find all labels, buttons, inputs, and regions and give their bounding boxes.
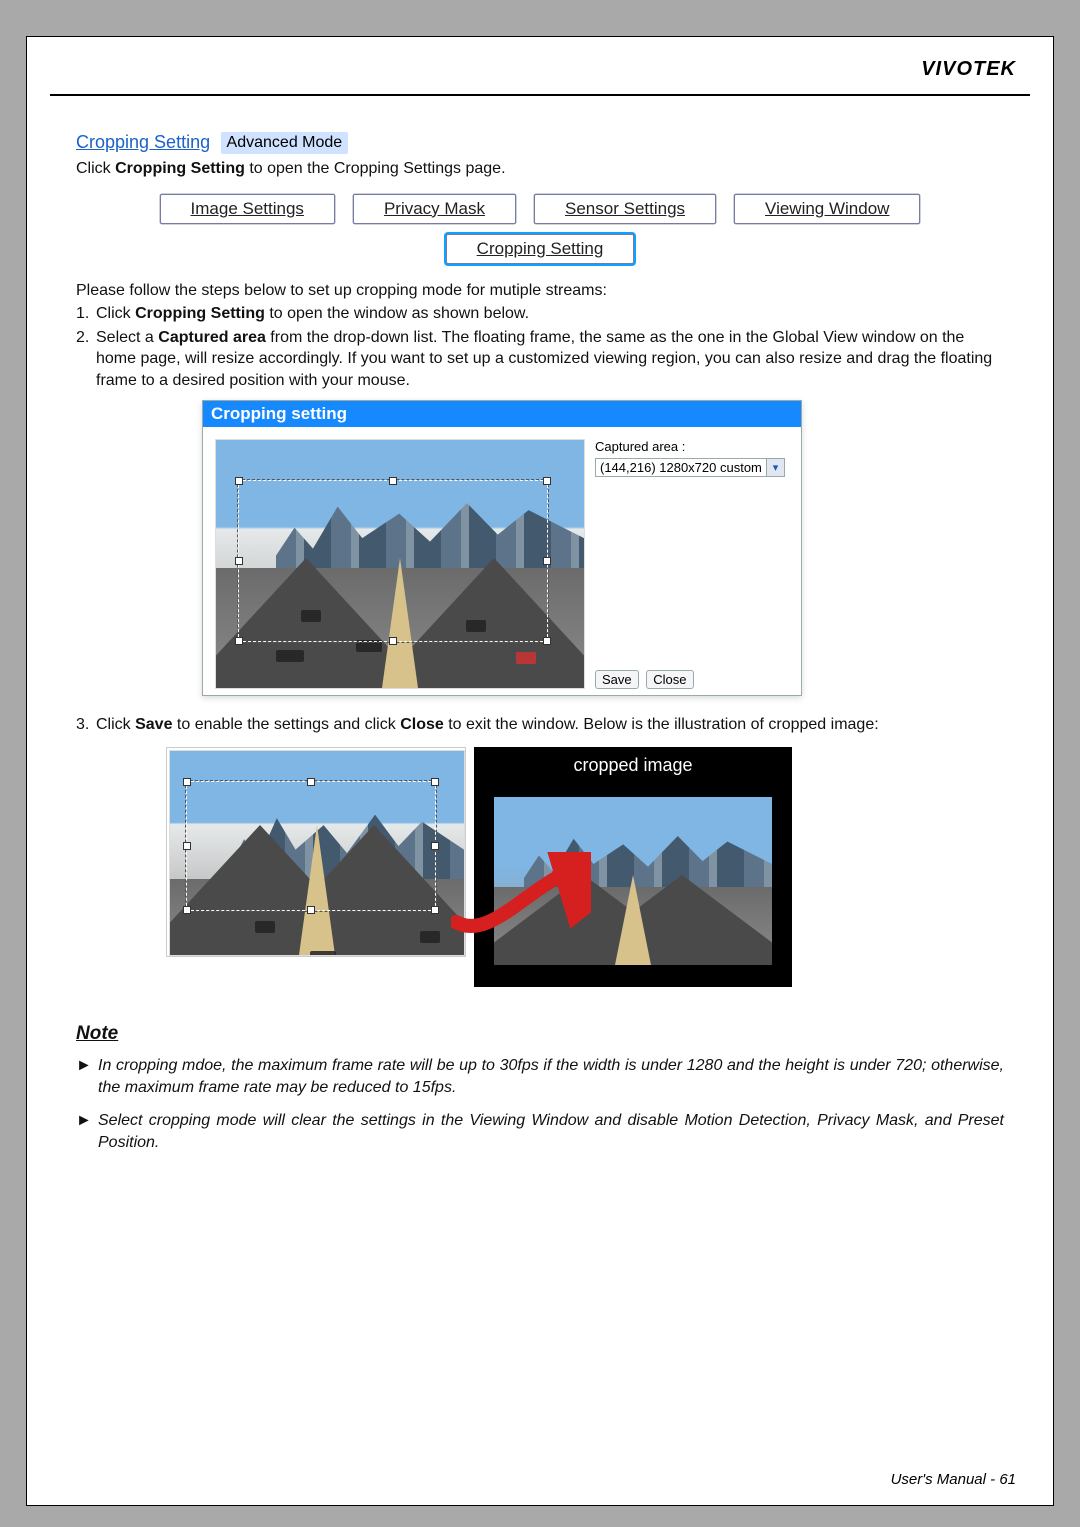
car-icon bbox=[516, 652, 536, 664]
cropping-window-title: Cropping setting bbox=[203, 401, 801, 427]
page-footer: User's Manual - 61 bbox=[891, 1471, 1016, 1488]
cropping-side-panel: Captured area : (144,216) 1280x720 custo… bbox=[595, 439, 789, 689]
page-container: VIVOTEK Cropping Setting Advanced Mode C… bbox=[0, 0, 1080, 1527]
tab-sensor-settings[interactable]: Sensor Settings bbox=[534, 194, 716, 224]
step-2-strong: Captured area bbox=[158, 329, 266, 346]
steps-intro: Please follow the steps below to set up … bbox=[76, 280, 1004, 302]
selection-frame bbox=[186, 781, 436, 911]
captured-area-label: Captured area : bbox=[595, 439, 789, 454]
step-1-suffix: to open the window as shown below. bbox=[265, 305, 529, 322]
step-3-t2: to enable the settings and click bbox=[172, 716, 400, 733]
cropping-window: Cropping setting bbox=[202, 400, 802, 696]
step-3-t1: Click bbox=[96, 716, 135, 733]
captured-area-dropdown[interactable]: (144,216) 1280x720 custom ▾ bbox=[595, 458, 785, 477]
step-1-num: 1. bbox=[76, 303, 96, 327]
cropping-actions: Save Close bbox=[595, 670, 698, 689]
step-1: 1. Click Cropping Setting to open the wi… bbox=[76, 303, 1004, 327]
handle-icon bbox=[183, 906, 191, 914]
note-1-text: In cropping mdoe, the maximum frame rate… bbox=[98, 1055, 1004, 1098]
intro-suffix: to open the Cropping Settings page. bbox=[245, 160, 506, 177]
preview-divider bbox=[615, 875, 651, 965]
step-3-s2: Close bbox=[400, 716, 444, 733]
tab-cropping-setting[interactable]: Cropping Setting bbox=[446, 234, 635, 264]
captured-area-value: (144,216) 1280x720 custom bbox=[596, 459, 766, 476]
step-3-s1: Save bbox=[135, 716, 172, 733]
handle-icon[interactable] bbox=[389, 637, 397, 645]
handle-icon[interactable] bbox=[543, 477, 551, 485]
car-icon bbox=[255, 921, 275, 933]
save-button[interactable]: Save bbox=[595, 670, 639, 689]
handle-icon[interactable] bbox=[543, 557, 551, 565]
step-1-prefix: Click bbox=[96, 305, 135, 322]
tabs-row-1: Image Settings Privacy Mask Sensor Setti… bbox=[76, 194, 1004, 224]
handle-icon bbox=[183, 842, 191, 850]
document-sheet: VIVOTEK Cropping Setting Advanced Mode C… bbox=[26, 36, 1054, 1506]
car-icon bbox=[276, 650, 304, 662]
cropping-window-body: Captured area : (144,216) 1280x720 custo… bbox=[203, 427, 801, 695]
handle-icon[interactable] bbox=[235, 477, 243, 485]
handle-icon[interactable] bbox=[235, 637, 243, 645]
step-3-num: 3. bbox=[76, 714, 96, 738]
tab-viewing-window[interactable]: Viewing Window bbox=[734, 194, 920, 224]
note-item: ► Select cropping mode will clear the se… bbox=[76, 1110, 1004, 1153]
handle-icon bbox=[307, 778, 315, 786]
steps-block: Please follow the steps below to set up … bbox=[76, 280, 1004, 394]
cropped-image bbox=[494, 797, 772, 965]
handle-icon bbox=[431, 906, 439, 914]
triangle-bullet-icon: ► bbox=[76, 1055, 98, 1098]
handle-icon bbox=[431, 778, 439, 786]
tabs-illustration: Image Settings Privacy Mask Sensor Setti… bbox=[76, 194, 1004, 264]
step-2-num: 2. bbox=[76, 327, 96, 394]
handle-icon bbox=[183, 778, 191, 786]
mode-badge: Advanced Mode bbox=[221, 132, 349, 154]
step-3-t3: to exit the window. Below is the illustr… bbox=[444, 716, 879, 733]
chevron-down-icon[interactable]: ▾ bbox=[766, 459, 784, 476]
step-2-prefix: Select a bbox=[96, 329, 158, 346]
footer-page: 61 bbox=[999, 1471, 1016, 1488]
handle-icon bbox=[431, 842, 439, 850]
handle-icon[interactable] bbox=[389, 477, 397, 485]
close-button[interactable]: Close bbox=[646, 670, 693, 689]
cropped-image-label: cropped image bbox=[474, 755, 792, 776]
note-list: ► In cropping mdoe, the maximum frame ra… bbox=[76, 1055, 1004, 1153]
intro-prefix: Click bbox=[76, 160, 115, 177]
car-icon bbox=[420, 931, 440, 943]
step-2: 2. Select a Captured area from the drop-… bbox=[76, 327, 1004, 394]
car-icon bbox=[310, 951, 336, 956]
tab-image-settings[interactable]: Image Settings bbox=[160, 194, 335, 224]
intro-text: Click Cropping Setting to open the Cropp… bbox=[76, 158, 1004, 180]
note-item: ► In cropping mdoe, the maximum frame ra… bbox=[76, 1055, 1004, 1098]
comparison-illustration: cropped image bbox=[166, 747, 1004, 987]
intro-strong: Cropping Setting bbox=[115, 160, 245, 177]
result-panel: cropped image bbox=[474, 747, 792, 987]
section-title: Cropping Setting bbox=[76, 132, 210, 153]
tabs-row-2: Cropping Setting bbox=[76, 234, 1004, 264]
handle-icon[interactable] bbox=[543, 637, 551, 645]
content-area: Cropping Setting Advanced Mode Click Cro… bbox=[76, 132, 1004, 1166]
cropped-preview bbox=[494, 797, 772, 965]
note-heading: Note bbox=[76, 1023, 1004, 1045]
preview-lane-right bbox=[562, 875, 772, 965]
footer-label: User's Manual - bbox=[891, 1471, 1000, 1488]
step-1-strong: Cropping Setting bbox=[135, 305, 265, 322]
preview-road bbox=[494, 887, 772, 965]
step-3: 3. Click Save to enable the settings and… bbox=[76, 714, 1004, 738]
tab-privacy-mask[interactable]: Privacy Mask bbox=[353, 194, 516, 224]
source-thumbnail bbox=[166, 747, 466, 957]
cropping-preview[interactable] bbox=[215, 439, 585, 689]
brand-label: VIVOTEK bbox=[921, 58, 1016, 81]
handle-icon[interactable] bbox=[235, 557, 243, 565]
note-2-text: Select cropping mode will clear the sett… bbox=[98, 1110, 1004, 1153]
divider bbox=[50, 94, 1030, 96]
selection-frame[interactable] bbox=[238, 480, 548, 642]
triangle-bullet-icon: ► bbox=[76, 1110, 98, 1153]
handle-icon bbox=[307, 906, 315, 914]
source-preview bbox=[169, 750, 465, 956]
